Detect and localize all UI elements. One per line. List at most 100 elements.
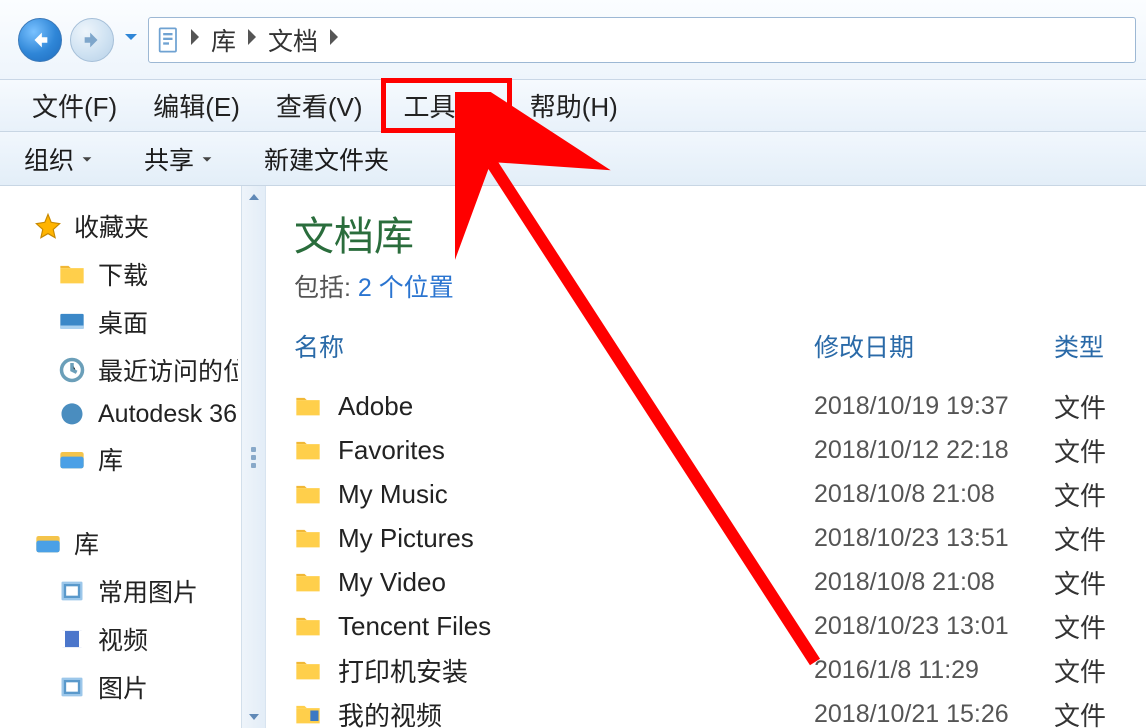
sidebar-item-label: 收藏夹	[74, 208, 149, 244]
sidebar-item-label: Autodesk 360	[98, 400, 238, 429]
folder-icon	[294, 436, 322, 464]
sidebar-item-label: 桌面	[98, 304, 148, 340]
back-button[interactable]	[18, 18, 62, 62]
menu-edit[interactable]: 编辑(E)	[135, 83, 258, 128]
file-type: 文件	[1054, 652, 1146, 689]
toolbar: 组织 共享 新建文件夹	[0, 132, 1146, 186]
folder-icon	[294, 568, 322, 596]
scroll-grip-icon[interactable]	[251, 447, 256, 468]
file-name: Favorites	[338, 435, 814, 466]
scroll-down-icon[interactable]	[246, 710, 262, 724]
main-area: 收藏夹 下载 桌面 最近访问的位置	[0, 186, 1146, 728]
sidebar-favorites-header[interactable]: 收藏夹	[34, 202, 265, 250]
table-row[interactable]: 我的视频2018/10/21 15:26文件	[294, 692, 1146, 728]
sidebar-item-videos[interactable]: 视频	[34, 615, 265, 663]
sidebar-item-recent[interactable]: 最近访问的位置	[34, 346, 265, 394]
breadcrumb-root[interactable]: 库	[207, 20, 240, 60]
file-date: 2018/10/21 15:26	[814, 700, 1054, 728]
file-name: 打印机安装	[338, 652, 814, 689]
table-row[interactable]: My Video2018/10/8 21:08文件	[294, 560, 1146, 604]
folder-download-icon	[58, 260, 86, 288]
sidebar-item-libraries-fav[interactable]: 库	[34, 435, 265, 483]
sidebar-item-label: 图片	[98, 669, 148, 705]
folder-icon	[294, 700, 322, 728]
arrow-left-icon	[29, 29, 51, 51]
menu-tools[interactable]: 工具(T)	[381, 78, 512, 133]
share-label: 共享	[144, 141, 194, 177]
folder-icon	[294, 612, 322, 640]
chevron-right-icon	[246, 25, 258, 54]
file-type: 文件	[1054, 608, 1146, 645]
organize-label: 组织	[24, 141, 74, 177]
content-pane: 文档库 包括: 2 个位置 名称 修改日期 类型 Adobe2018/10/19…	[266, 186, 1146, 728]
organize-button[interactable]: 组织	[24, 141, 94, 177]
new-folder-label: 新建文件夹	[264, 141, 389, 177]
picture-icon	[58, 673, 86, 701]
sidebar-item-label: 视频	[98, 621, 148, 657]
autodesk-icon	[58, 401, 86, 429]
chevron-right-icon	[328, 25, 340, 54]
new-folder-button[interactable]: 新建文件夹	[264, 141, 389, 177]
column-name[interactable]: 名称	[294, 328, 814, 364]
column-date[interactable]: 修改日期	[814, 328, 1054, 364]
table-row[interactable]: Adobe2018/10/19 19:37文件	[294, 384, 1146, 428]
sidebar-scrollbar[interactable]	[241, 186, 265, 728]
file-name: My Music	[338, 479, 814, 510]
history-dropdown[interactable]	[122, 28, 140, 51]
menu-bar: 文件(F) 编辑(E) 查看(V) 工具(T) 帮助(H)	[0, 80, 1146, 132]
column-type[interactable]: 类型	[1054, 328, 1146, 364]
video-icon	[58, 625, 86, 653]
file-type: 文件	[1054, 388, 1146, 425]
column-headers: 名称 修改日期 类型	[294, 328, 1146, 372]
table-row[interactable]: My Pictures2018/10/23 13:51文件	[294, 516, 1146, 560]
sidebar-item-label: 库	[98, 441, 123, 477]
folder-icon	[294, 656, 322, 684]
menu-help[interactable]: 帮助(H)	[512, 83, 636, 128]
file-type: 文件	[1054, 564, 1146, 601]
sidebar-libraries-header[interactable]: 库	[34, 519, 265, 567]
sidebar-item-pictures[interactable]: 图片	[34, 663, 265, 711]
document-icon	[155, 26, 183, 54]
desktop-icon	[58, 308, 86, 336]
locations-link[interactable]: 2 个位置	[358, 274, 454, 302]
file-type: 文件	[1054, 696, 1146, 728]
address-bar-row: 库 文档	[0, 0, 1146, 80]
chevron-down-icon	[200, 152, 214, 166]
sidebar-item-common-pictures[interactable]: 常用图片	[34, 567, 265, 615]
scroll-up-icon[interactable]	[246, 190, 262, 204]
address-bar[interactable]: 库 文档	[148, 17, 1136, 63]
file-date: 2018/10/8 21:08	[814, 480, 1054, 509]
share-button[interactable]: 共享	[144, 141, 214, 177]
library-subtitle: 包括: 2 个位置	[294, 268, 1146, 304]
folder-icon	[294, 480, 322, 508]
folder-icon	[294, 392, 322, 420]
file-name: My Pictures	[338, 523, 814, 554]
sidebar-item-label: 最近访问的位置	[98, 352, 238, 388]
file-date: 2018/10/12 22:18	[814, 436, 1054, 465]
sidebar-item-downloads[interactable]: 下载	[34, 250, 265, 298]
table-row[interactable]: 打印机安装2016/1/8 11:29文件	[294, 648, 1146, 692]
file-date: 2018/10/8 21:08	[814, 568, 1054, 597]
file-type: 文件	[1054, 432, 1146, 469]
forward-button[interactable]	[70, 18, 114, 62]
chevron-right-icon	[189, 25, 201, 54]
table-row[interactable]: My Music2018/10/8 21:08文件	[294, 472, 1146, 516]
chevron-down-icon	[80, 152, 94, 166]
sidebar-item-autodesk[interactable]: Autodesk 360	[34, 394, 265, 435]
table-row[interactable]: Tencent Files2018/10/23 13:01文件	[294, 604, 1146, 648]
breadcrumb-leaf[interactable]: 文档	[264, 20, 322, 60]
menu-view[interactable]: 查看(V)	[258, 83, 381, 128]
menu-file[interactable]: 文件(F)	[14, 83, 135, 128]
folder-icon	[294, 524, 322, 552]
sidebar-item-label: 库	[74, 525, 99, 561]
file-name: 我的视频	[338, 696, 814, 728]
sidebar: 收藏夹 下载 桌面 最近访问的位置	[0, 186, 266, 728]
file-list: Adobe2018/10/19 19:37文件Favorites2018/10/…	[294, 384, 1146, 728]
file-name: My Video	[338, 567, 814, 598]
table-row[interactable]: Favorites2018/10/12 22:18文件	[294, 428, 1146, 472]
subtitle-prefix: 包括:	[294, 274, 358, 302]
file-type: 文件	[1054, 520, 1146, 557]
sidebar-item-desktop[interactable]: 桌面	[34, 298, 265, 346]
chevron-down-icon	[122, 28, 140, 46]
file-date: 2018/10/23 13:01	[814, 612, 1054, 641]
